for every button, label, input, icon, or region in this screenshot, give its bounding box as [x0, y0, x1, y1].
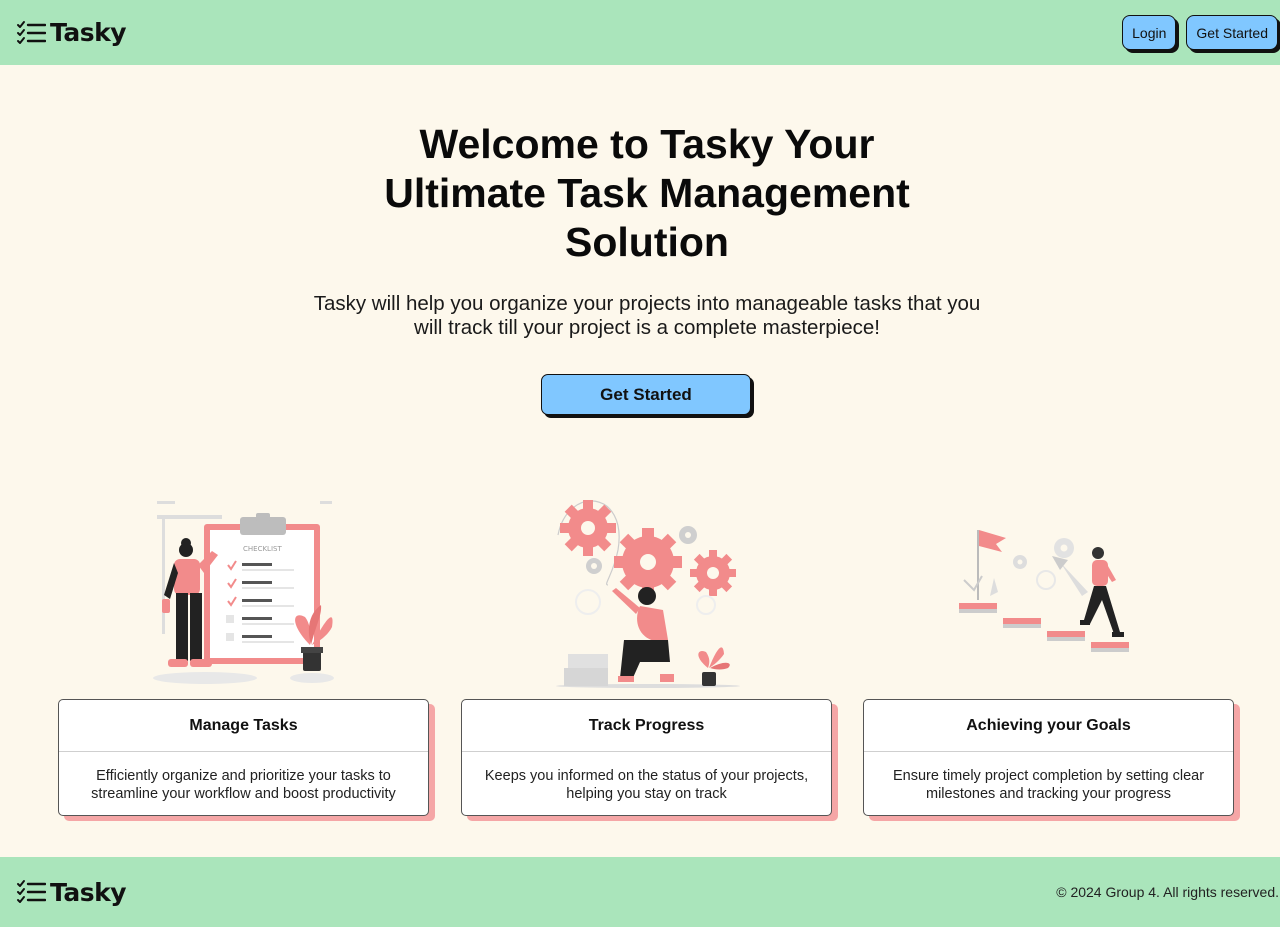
- header-get-started-button[interactable]: Get Started: [1186, 15, 1278, 50]
- feature-card-description: Keeps you informed on the status of your…: [484, 768, 809, 802]
- feature-card-manage-tasks: Manage Tasks Efficiently organize and pr…: [58, 699, 429, 816]
- checklist-icon: [17, 880, 46, 903]
- checklist-label: CHECKLIST: [243, 545, 282, 553]
- checklist-icon: [17, 20, 46, 44]
- feature-card-achieving-goals: Achieving your Goals Ensure timely proje…: [863, 699, 1234, 816]
- feature-card-title: Achieving your Goals: [864, 700, 1233, 752]
- goals-illustration: [959, 530, 1129, 652]
- gears-illustration: [556, 500, 740, 688]
- feature-card-title: Track Progress: [462, 700, 831, 752]
- footer-logo[interactable]: Tasky: [16, 877, 127, 907]
- header-logo[interactable]: Tasky: [16, 18, 127, 47]
- site-footer: Tasky © 2024 Group 4. All rights reserve…: [0, 857, 1280, 927]
- feature-card-track-progress: Track Progress Keeps you informed on the…: [461, 699, 832, 816]
- checklist-illustration: CHECKLIST: [153, 501, 334, 684]
- header-nav: Login Get Started: [1122, 15, 1278, 50]
- logo-text: Tasky: [50, 18, 127, 47]
- hero-get-started-button[interactable]: Get Started: [541, 374, 751, 415]
- copyright-text: © 2024 Group 4. All rights reserved.: [1056, 884, 1279, 900]
- logo-text: Tasky: [50, 877, 127, 907]
- hero-title: Welcome to Tasky Your Ultimate Task Mana…: [384, 121, 910, 265]
- feature-card-title: Manage Tasks: [59, 700, 428, 752]
- login-button[interactable]: Login: [1122, 15, 1177, 50]
- hero-subtitle: Tasky will help you organize your projec…: [313, 292, 981, 339]
- feature-card-description: Efficiently organize and prioritize your…: [91, 768, 396, 802]
- site-header: Tasky Login Get Started: [0, 0, 1280, 65]
- feature-card-description: Ensure timely project completion by sett…: [892, 768, 1205, 802]
